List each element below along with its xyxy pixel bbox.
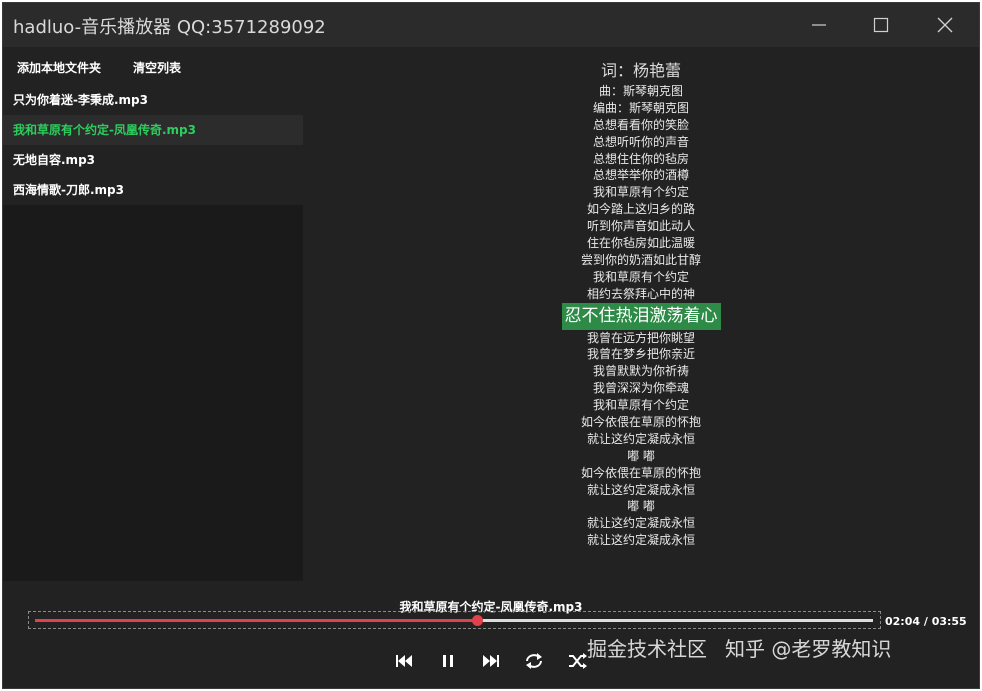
lyric-line: 我曾深深为你牵魂 [592,381,689,396]
lyric-line: 总想举举你的酒樽 [592,168,689,183]
lyric-line: 我和草原有个约定 [592,269,689,284]
lyric-line: 我曾默默为你祈祷 [592,364,689,379]
next-icon [483,655,499,667]
lyric-line: 尝到你的奶酒如此甘醇 [580,252,701,267]
close-icon [937,17,953,33]
watermark-right: 知乎 @老罗教知识 [725,637,892,661]
minimize-icon [812,24,826,26]
lyric-line: 相约去祭拜心中的神 [586,286,695,301]
pause-button[interactable] [434,647,462,675]
lyric-line: 听到你声音如此动人 [586,219,695,234]
add-folder-button[interactable]: 添加本地文件夹 [17,59,101,76]
lyrics-before: 曲：斯琴朝克图 编曲：斯琴朝克图 总想看看你的笑脸 总想听听你的声音 总想住住你的毡房总… [341,83,941,303]
next-button[interactable] [477,647,505,675]
lyric-line: 如今依偎在草原的怀抱 [580,415,701,430]
playlist-toolbar: 添加本地文件夹 清空列表 [3,47,303,85]
window-title: hadluo-音乐播放器 QQ:3571289092 [13,17,326,38]
repeat-button[interactable] [520,647,548,675]
lyric-author-line: 词：杨艳蕾 [600,61,681,80]
progress-track[interactable] [35,615,873,626]
lyric-line: 我和草原有个约定 [592,185,689,200]
close-button[interactable] [915,3,975,47]
lyric-line: 嘟 嘟 [627,499,655,514]
lyric-line: 总想看看你的笑脸 [592,117,689,132]
lyric-line: 总想听听你的声音 [592,134,689,149]
shuffle-icon [569,653,587,669]
progress-handle[interactable] [472,615,484,626]
player-window: hadluo-音乐播放器 QQ:3571289092 添加本地文件夹 清空列表 … [2,2,980,689]
title-bar[interactable]: hadluo-音乐播放器 QQ:3571289092 [3,3,979,47]
maximize-button[interactable] [851,3,911,47]
playlist-item-active[interactable]: 我和草原有个约定-凤凰传奇.mp3 [3,115,303,145]
lyric-line: 就让这约定凝成永恒 [586,516,695,531]
previous-button[interactable] [390,647,418,675]
song-list: 只为你着迷-李秉成.mp3 我和草原有个约定-凤凰传奇.mp3 无地自容.mp3 西海… [3,85,303,205]
lyric-line: 就让这约定凝成永恒 [586,482,695,497]
playlist-item[interactable]: 无地自容.mp3 [3,145,303,175]
lyric-line: 我和草原有个约定 [592,398,689,413]
lyric-line: 嘟 嘟 [627,448,655,463]
pause-icon [443,655,453,667]
clear-list-button[interactable]: 清空列表 [133,59,181,76]
maximize-icon [873,17,889,33]
minimize-button[interactable] [789,3,849,47]
playlist-panel: 添加本地文件夹 清空列表 只为你着迷-李秉成.mp3 我和草原有个约定-凤凰传奇.… [3,47,303,581]
repeat-icon [526,653,542,669]
lyric-line: 住在你毡房如此温暖 [586,236,695,251]
lyric-line: 我曾在梦乡把你亲近 [586,347,695,362]
lyric-line: 总想住住你的毡房 [592,151,689,166]
time-display: 02:04 / 03:55 [885,615,967,628]
current-lyric-line: 忍不住热泪激荡着心 [561,302,721,330]
playlist-item[interactable]: 只为你着迷-李秉成.mp3 [3,85,303,115]
lyric-line: 曲：斯琴朝克图 [598,84,683,98]
lyric-line: 如今依偎在草原的怀抱 [580,465,701,480]
previous-icon [396,655,412,667]
lyric-line: 如今踏上这归乡的路 [586,202,695,217]
lyric-line: 我曾在远方把你眺望 [586,330,695,345]
current-lyric-row: 忍不住热泪激荡着心 [341,302,941,330]
lyric-line: 就让这约定凝成永恒 [586,533,695,548]
lyrics-panel: 词：杨艳蕾 曲：斯琴朝克图 编曲：斯琴朝克图 总想看看你的笑脸 总想听听你的声音 总想住… [341,59,941,549]
playlist-item[interactable]: 西海情歌-刀郎.mp3 [3,175,303,205]
lyric-line: 编曲：斯琴朝克图 [592,100,689,115]
progress-bar[interactable] [28,611,881,629]
lyric-line: 就让这约定凝成永恒 [586,431,695,446]
watermark-left: 掘金技术社区 [587,637,707,661]
progress-fill [35,619,478,622]
lyrics-after: 我曾在远方把你眺望 我曾在梦乡把你亲近 我曾默默为你祈祷 我曾深深为你牵魂 我和草原有个… [341,330,941,550]
